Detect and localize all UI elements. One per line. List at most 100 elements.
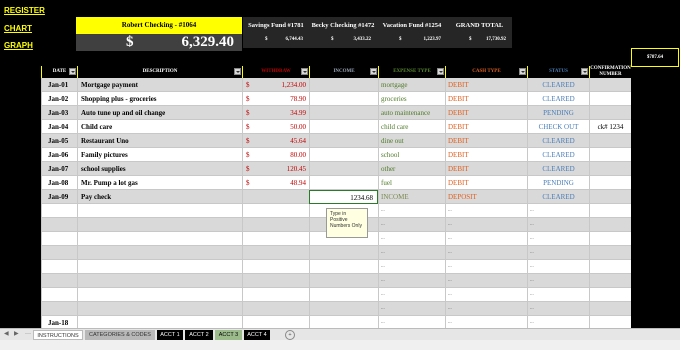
cell-expense-type[interactable]: auto maintenance bbox=[378, 106, 445, 120]
selected-cell-value[interactable]: $787.64 bbox=[631, 48, 679, 67]
cell-status[interactable]: CLEARED bbox=[527, 92, 589, 106]
filter-dropdown-icon[interactable] bbox=[301, 68, 308, 75]
cell-status[interactable]: ... bbox=[527, 232, 589, 246]
cell-expense-type[interactable]: ... bbox=[378, 260, 445, 274]
cell-status[interactable]: PENDING bbox=[527, 176, 589, 190]
tab-acct-4[interactable]: ACCT 4 bbox=[244, 330, 270, 340]
cell-description[interactable]: Pay check bbox=[77, 190, 242, 204]
filter-dropdown-icon[interactable] bbox=[581, 68, 588, 75]
cell-income[interactable] bbox=[309, 260, 378, 274]
cell-expense-type[interactable]: ... bbox=[378, 232, 445, 246]
cell-status[interactable]: CHECK OUT bbox=[527, 120, 589, 134]
filter-dropdown-icon[interactable] bbox=[69, 68, 76, 75]
cell-description[interactable] bbox=[77, 218, 242, 232]
cell-description[interactable]: Auto tune up and oil change bbox=[77, 106, 242, 120]
col-status[interactable]: STATUS bbox=[527, 66, 589, 78]
cell-confirmation[interactable] bbox=[589, 78, 631, 92]
cell-confirmation[interactable] bbox=[589, 246, 631, 260]
cell-cash-type[interactable]: DEBIT bbox=[445, 106, 527, 120]
cell-description[interactable]: Mortgage payment bbox=[77, 78, 242, 92]
cell-expense-type[interactable]: other bbox=[378, 162, 445, 176]
cell-expense-type[interactable]: mortgage bbox=[378, 78, 445, 92]
cell-date[interactable] bbox=[41, 288, 77, 302]
cell-expense-type[interactable]: ... bbox=[378, 288, 445, 302]
cell-status[interactable]: CLEARED bbox=[527, 162, 589, 176]
col-cash-type[interactable]: CASH TYPE bbox=[445, 66, 527, 78]
cell-date[interactable] bbox=[41, 260, 77, 274]
cell-confirmation[interactable] bbox=[589, 106, 631, 120]
cell-withdraw[interactable] bbox=[242, 218, 309, 232]
cell-withdraw[interactable]: $34.99 bbox=[242, 106, 309, 120]
cell-status[interactable]: CLEARED bbox=[527, 78, 589, 92]
cell-expense-type[interactable]: school bbox=[378, 148, 445, 162]
cell-date[interactable]: Jan-01 bbox=[41, 78, 77, 92]
filter-dropdown-icon[interactable] bbox=[437, 68, 444, 75]
col-description[interactable]: DESCRIPTION bbox=[77, 66, 242, 78]
cell-description[interactable] bbox=[77, 260, 242, 274]
cell-withdraw[interactable]: $48.94 bbox=[242, 176, 309, 190]
filter-dropdown-icon[interactable] bbox=[370, 68, 377, 75]
cell-withdraw[interactable] bbox=[242, 260, 309, 274]
cell-date[interactable] bbox=[41, 218, 77, 232]
cell-description[interactable] bbox=[77, 204, 242, 218]
cell-withdraw[interactable]: $80.00 bbox=[242, 148, 309, 162]
cell-cash-type[interactable]: ... bbox=[445, 204, 527, 218]
cell-income[interactable] bbox=[309, 288, 378, 302]
cell-cash-type[interactable]: ... bbox=[445, 246, 527, 260]
cell-expense-type[interactable]: fuel bbox=[378, 176, 445, 190]
cell-status[interactable]: ... bbox=[527, 288, 589, 302]
cell-confirmation[interactable] bbox=[589, 148, 631, 162]
cell-status[interactable]: ... bbox=[527, 246, 589, 260]
cell-income[interactable]: 1234.68 bbox=[309, 190, 378, 204]
cell-withdraw[interactable] bbox=[242, 190, 309, 204]
graph-link[interactable]: GRAPH bbox=[4, 41, 33, 50]
cell-confirmation[interactable] bbox=[589, 134, 631, 148]
cell-confirmation[interactable] bbox=[589, 92, 631, 106]
cell-description[interactable] bbox=[77, 246, 242, 260]
cell-status[interactable]: ... bbox=[527, 302, 589, 316]
cell-confirmation[interactable] bbox=[589, 190, 631, 204]
cell-description[interactable]: Family pictures bbox=[77, 148, 242, 162]
col-income[interactable]: INCOME bbox=[309, 66, 378, 78]
cell-income[interactable] bbox=[309, 274, 378, 288]
cell-date[interactable]: Jan-07 bbox=[41, 162, 77, 176]
cell-withdraw[interactable]: $78.90 bbox=[242, 92, 309, 106]
cell-description[interactable]: Restaurant Uno bbox=[77, 134, 242, 148]
cell-withdraw[interactable] bbox=[242, 302, 309, 316]
register-link[interactable]: REGISTER bbox=[4, 6, 45, 15]
cell-cash-type[interactable]: DEBIT bbox=[445, 176, 527, 190]
cell-confirmation[interactable] bbox=[589, 288, 631, 302]
col-expense-type[interactable]: EXPENSE TYPE bbox=[378, 66, 445, 78]
cell-confirmation[interactable] bbox=[589, 176, 631, 190]
cell-description[interactable] bbox=[77, 232, 242, 246]
col-confirmation[interactable]: CONFIRMATION NUMBER bbox=[589, 66, 631, 78]
cell-income[interactable] bbox=[309, 120, 378, 134]
cell-date[interactable] bbox=[41, 246, 77, 260]
cell-date[interactable]: Jan-09 bbox=[41, 190, 77, 204]
cell-date[interactable]: Jan-08 bbox=[41, 176, 77, 190]
cell-cash-type[interactable]: DEBIT bbox=[445, 134, 527, 148]
cell-status[interactable]: ... bbox=[527, 274, 589, 288]
filter-dropdown-icon[interactable] bbox=[234, 68, 241, 75]
cell-cash-type[interactable]: ... bbox=[445, 302, 527, 316]
cell-date[interactable]: Jan-06 bbox=[41, 148, 77, 162]
cell-status[interactable]: CLEARED bbox=[527, 134, 589, 148]
cell-withdraw[interactable] bbox=[242, 232, 309, 246]
cell-cash-type[interactable]: ... bbox=[445, 260, 527, 274]
cell-confirmation[interactable] bbox=[589, 260, 631, 274]
cell-date[interactable]: Jan-05 bbox=[41, 134, 77, 148]
scroll-left-icon[interactable]: ◀ bbox=[4, 330, 9, 337]
cell-withdraw[interactable] bbox=[242, 204, 309, 218]
cell-income[interactable] bbox=[309, 92, 378, 106]
cell-status[interactable]: CLEARED bbox=[527, 190, 589, 204]
tab-acct-3[interactable]: ACCT 3 bbox=[215, 330, 242, 340]
cell-cash-type[interactable]: DEBIT bbox=[445, 78, 527, 92]
cell-withdraw[interactable]: $1,234.00 bbox=[242, 78, 309, 92]
cell-description[interactable] bbox=[77, 288, 242, 302]
tab-categories-codes[interactable]: CATEGORIES & CODES bbox=[85, 330, 155, 340]
cell-cash-type[interactable]: ... bbox=[445, 288, 527, 302]
cell-cash-type[interactable]: ... bbox=[445, 218, 527, 232]
cell-confirmation[interactable] bbox=[589, 204, 631, 218]
cell-cash-type[interactable]: DEBIT bbox=[445, 162, 527, 176]
cell-cash-type[interactable]: DEBIT bbox=[445, 120, 527, 134]
